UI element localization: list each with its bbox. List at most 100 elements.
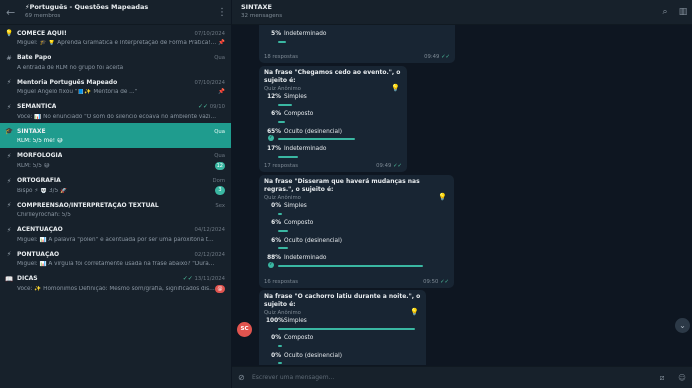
- more-vertical-icon[interactable]: ⋮: [213, 7, 231, 18]
- chat-time: Qua: [214, 54, 225, 61]
- quiz-option[interactable]: 0% Simples: [264, 201, 449, 218]
- chat-timestamp: 04/12/2024: [194, 227, 225, 234]
- chat-preview: Você: 📊 No enunciado "O som do silêncio …: [17, 113, 217, 120]
- chat-list-item[interactable]: ⚡ ORTOGRAFIA Dom Bispo ⚡ 💀 3/5 🚀 3: [0, 173, 231, 198]
- quiz-response-count[interactable]: 16 respostas: [264, 279, 298, 285]
- chat-timestamp: Qua: [214, 128, 225, 135]
- chat-list-item[interactable]: # Bate Papo Qua A entrada de RLM no grupo …: [0, 50, 231, 75]
- read-receipt-icon: ✓✓: [197, 103, 209, 111]
- chat-message-count: 32 mensagens: [241, 13, 283, 19]
- quiz-response-count[interactable]: 17 respostas: [264, 163, 298, 169]
- group-title-block: ⚡Português - Questões Mapeadas 69 membro…: [19, 3, 213, 21]
- chat-icon: ⚡: [6, 201, 12, 210]
- emoji-icon[interactable]: ☺: [672, 373, 692, 382]
- chat-list-item[interactable]: ⚡ MORFOLOGIA Qua RLM: 5/5 😅 12: [0, 148, 231, 173]
- chat-list-item[interactable]: ⚡ SEMÂNTICA ✓✓ 09/10 Você: 📊 No enunciado "…: [0, 99, 231, 124]
- chat-time: ✓✓ 13/11/2024: [183, 275, 225, 282]
- chat-list-item[interactable]: 📖 DICAS ✓✓ 13/11/2024 Você: ✨ Homônimos Def…: [0, 271, 231, 296]
- quiz-option-percent: 100%: [266, 318, 284, 324]
- lightbulb-icon[interactable]: 💡: [410, 308, 419, 316]
- chat-list-item[interactable]: 💡 COMECE AQUI! 07/10/2024 Miguel: 🎓 💡 Apre…: [0, 25, 231, 50]
- chat-row-top: MORFOLOGIA Qua: [17, 151, 225, 161]
- quiz-option[interactable]: 12% Simples: [264, 92, 402, 109]
- lightbulb-icon[interactable]: 💡: [438, 193, 447, 201]
- chat-time: Qua: [214, 152, 225, 159]
- quiz-option-label: Oculto (desinencial): [284, 352, 342, 359]
- quiz-option-bar: [278, 103, 292, 106]
- quiz-message[interactable]: Na frase "Disseram que haverá mudanças n…: [259, 175, 454, 288]
- chat-row-bottom: RLM: 5/5 😅 12: [17, 161, 225, 171]
- chat-list-item[interactable]: ⚡ COMPREENSÃO/INTERPRETAÇÃO TEXTUAL Sex Ch…: [0, 197, 231, 222]
- quiz-option-bar: [278, 155, 298, 158]
- chevron-down-icon[interactable]: ⌄: [675, 318, 690, 333]
- chat-preview: A entrada de RLM no grupo foi aceita: [17, 64, 124, 71]
- quiz-option[interactable]: 65% Oculto (desinencial) ✓: [264, 127, 402, 144]
- message-time: 09:49 ✓✓: [424, 54, 450, 60]
- chat-list-item[interactable]: ⚡ ACENTUAÇÃO 04/12/2024 Miguel: 📊 A palavr…: [0, 222, 231, 247]
- message-composer: ⊘ ⧄ ☺: [232, 366, 692, 388]
- chat-row-bottom: Miguel: 📊 A vírgula foi corretamente usa…: [17, 259, 225, 269]
- slash-icon[interactable]: ⧄: [652, 373, 672, 383]
- quiz-option[interactable]: 5% Indeterminado: [264, 29, 450, 46]
- quiz-option-bar: [278, 264, 423, 267]
- quiz-response-count[interactable]: 18 respostas: [264, 54, 298, 60]
- sidebar-toggle-icon[interactable]: ▥: [674, 7, 692, 17]
- quiz-footer: 17 respostas 09:49 ✓✓: [264, 163, 402, 169]
- arrow-left-icon[interactable]: ←: [6, 6, 19, 19]
- chat-list-item[interactable]: ⚡ Mentoria Português Mapeado 07/10/2024 Mi…: [0, 74, 231, 99]
- chat-row-bottom: Miguel: 📊 A palavra "pólen" é acentuada …: [17, 235, 225, 245]
- chat-icon: ⚡: [6, 78, 12, 87]
- chat-preview: Miguel Ângelo fixou "📘✨ Mentoria de ...": [17, 89, 138, 96]
- message-timestamp: 09:50: [423, 279, 439, 285]
- quiz-option[interactable]: 100% Simples: [264, 316, 421, 333]
- quiz-message[interactable]: Na frase "Chegamos cedo ao evento.", o s…: [259, 66, 407, 172]
- quiz-option[interactable]: 0% Oculto (desinencial): [264, 351, 421, 365]
- quiz-option-bar: [278, 40, 286, 43]
- avatar[interactable]: SC: [237, 322, 252, 337]
- chat-name: Mentoria Português Mapeado: [17, 78, 118, 86]
- quiz-message[interactable]: 5% Indeterminado 18 respostas 09:49 ✓✓: [259, 25, 455, 63]
- quiz-option-percent: 0%: [271, 203, 281, 209]
- chat-timestamp: 09/10: [209, 104, 225, 111]
- sidebar-header: ← ⚡Português - Questões Mapeadas 69 memb…: [0, 0, 231, 25]
- chat-list-item[interactable]: ⚡ PONTUAÇÃO 02/12/2024 Miguel: 📊 A vírgula…: [0, 246, 231, 271]
- chat-row-bottom: Miguel Ângelo fixou "📘✨ Mentoria de ..."…: [17, 87, 225, 97]
- quiz-option-label: Composto: [284, 335, 314, 342]
- chat-time: 04/12/2024: [194, 226, 225, 233]
- chat-name: PONTUAÇÃO: [17, 250, 60, 258]
- read-receipt-icon: ✓✓: [393, 163, 402, 169]
- chat-title: SINTAXE: [241, 3, 272, 11]
- chat-name: ACENTUAÇÃO: [17, 226, 63, 234]
- paperclip-icon[interactable]: ⊘: [238, 373, 252, 382]
- chat-icon: ⚡: [6, 102, 12, 111]
- search-icon[interactable]: ⌕: [656, 7, 674, 17]
- chat-time: 02/12/2024: [194, 251, 225, 258]
- quiz-option[interactable]: 0% Composto: [264, 333, 421, 350]
- chat-title-block[interactable]: SINTAXE 32 mensagens: [241, 3, 656, 21]
- message-area[interactable]: 5% Indeterminado 18 respostas 09:49 ✓✓ Na fr…: [232, 25, 692, 365]
- quiz-option[interactable]: 6% Oculto (desinencial): [264, 236, 449, 253]
- quiz-option-bar: [278, 344, 282, 347]
- chat-row-bottom: RLM: 5/5 me! 😅: [17, 136, 225, 146]
- chat-timestamp: Dom: [212, 178, 225, 185]
- quiz-option[interactable]: 88% Indeterminado ✓: [264, 253, 449, 270]
- lightbulb-icon[interactable]: 💡: [391, 84, 400, 92]
- quiz-option[interactable]: 6% Composto: [264, 109, 402, 126]
- chat-timestamp: 07/10/2024: [194, 79, 225, 86]
- chat-list-item[interactable]: 🎓 SINTAXE Qua RLM: 5/5 me! 😅: [0, 123, 231, 148]
- chat-row-top: Bate Papo Qua: [17, 53, 225, 63]
- quiz-option[interactable]: 6% Composto: [264, 218, 449, 235]
- quiz-message[interactable]: Na frase "O cachorro latiu durante a noi…: [259, 290, 426, 365]
- chat-row-bottom: Chirlleyrochah: 5/5: [17, 210, 225, 220]
- chat-header: SINTAXE 32 mensagens ⌕ ▥: [232, 0, 692, 25]
- quiz-option-percent: 17%: [267, 146, 281, 153]
- quiz-option-label: Oculto (desinencial): [284, 128, 342, 135]
- message-input[interactable]: [252, 370, 652, 385]
- quiz-option-label: Indeterminado: [284, 255, 327, 262]
- quiz-option-percent: 12%: [267, 94, 281, 100]
- quiz-option-label: Simples: [284, 94, 307, 100]
- chat-preview: Miguel: 📊 A vírgula foi corretamente usa…: [17, 261, 217, 268]
- chat-preview: Chirlleyrochah: 5/5: [17, 212, 71, 219]
- quiz-question: Na frase "Disseram que haverá mudanças n…: [264, 178, 420, 193]
- quiz-option[interactable]: 17% Indeterminado: [264, 144, 402, 161]
